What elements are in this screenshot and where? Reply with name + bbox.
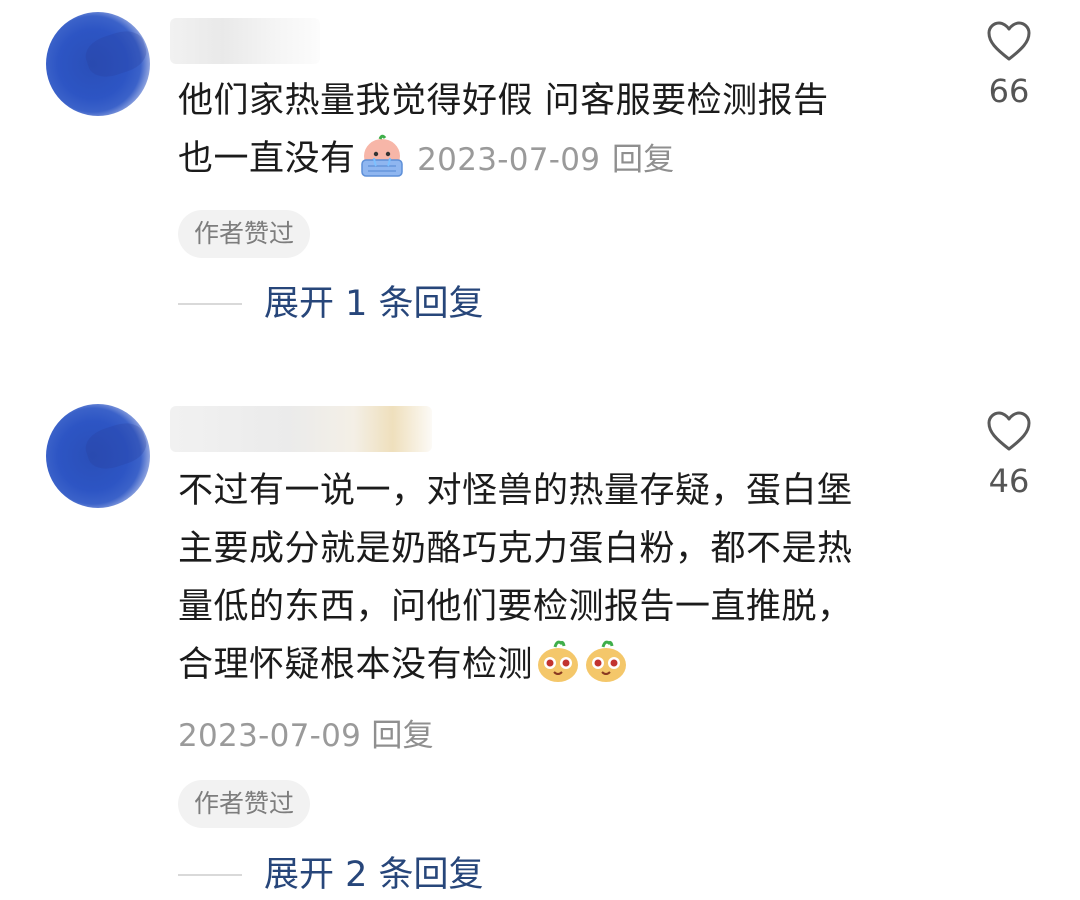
expand-replies-label[interactable]: 展开 2 条回复 <box>264 850 484 900</box>
like-count: 46 <box>988 462 1030 500</box>
comment-date: 2023-07-09 <box>417 142 601 178</box>
comment-text-line: 他们家热量我觉得好假 问客服要检测报告 <box>178 81 829 121</box>
comment-text-line-with-emoji: 合理怀疑根本没有检测 <box>178 636 938 702</box>
reply-button[interactable]: 回复 <box>371 718 434 754</box>
comment-text-line-with-meta: 也一直没有 2023-07-09 回复 <box>178 130 938 196</box>
comment-item: 不过有一说一，对怪兽的热量存疑，蛋白堡 主要成分就是奶酪巧克力蛋白粉，都不是热 … <box>0 390 1080 900</box>
potato-face-emoji-icon <box>583 638 629 702</box>
expand-divider-line <box>178 303 242 305</box>
comment-text-line: 主要成分就是奶酪巧克力蛋白粉，都不是热 <box>178 529 853 569</box>
comment-date: 2023-07-09 <box>178 718 362 754</box>
like-button[interactable]: 66 <box>980 20 1038 110</box>
expand-replies[interactable]: 展开 1 条回复 <box>178 279 578 329</box>
comment-text-fragment: 合理怀疑根本没有检测 <box>178 645 534 685</box>
comment-text-line: 不过有一说一，对怪兽的热量存疑，蛋白堡 <box>178 471 853 511</box>
potato-face-emoji-icon <box>535 638 581 702</box>
comment-text: 不过有一说一，对怪兽的热量存疑，蛋白堡 主要成分就是奶酪巧克力蛋白粉，都不是热 … <box>178 462 938 702</box>
like-count: 66 <box>988 72 1030 110</box>
author-liked-badge: 作者赞过 <box>178 210 311 258</box>
comment-meta: 2023-07-09 回复 <box>178 710 434 755</box>
expand-replies-label[interactable]: 展开 1 条回复 <box>264 279 484 329</box>
reply-button[interactable]: 回复 <box>612 142 675 178</box>
comment-text-fragment: 也一直没有 <box>178 139 356 179</box>
expand-divider-line <box>178 874 242 876</box>
crying-face-emoji-icon <box>358 134 406 196</box>
expand-replies[interactable]: 展开 2 条回复 <box>178 850 578 900</box>
username-redacted[interactable] <box>170 18 320 64</box>
comment-text-line: 量低的东西，问他们要检测报告一直推脱， <box>178 587 853 627</box>
comment-text: 他们家热量我觉得好假 问客服要检测报告 也一直没有 2023-07-09 回复 <box>178 72 938 196</box>
like-button[interactable]: 46 <box>980 410 1038 500</box>
avatar[interactable] <box>46 404 150 508</box>
username-redacted[interactable] <box>170 406 432 452</box>
comment-item: 他们家热量我觉得好假 问客服要检测报告 也一直没有 2023-07-09 回复 … <box>0 0 1080 340</box>
heart-icon[interactable] <box>986 20 1032 62</box>
avatar[interactable] <box>46 12 150 116</box>
author-liked-badge: 作者赞过 <box>178 780 311 828</box>
heart-icon[interactable] <box>986 410 1032 452</box>
